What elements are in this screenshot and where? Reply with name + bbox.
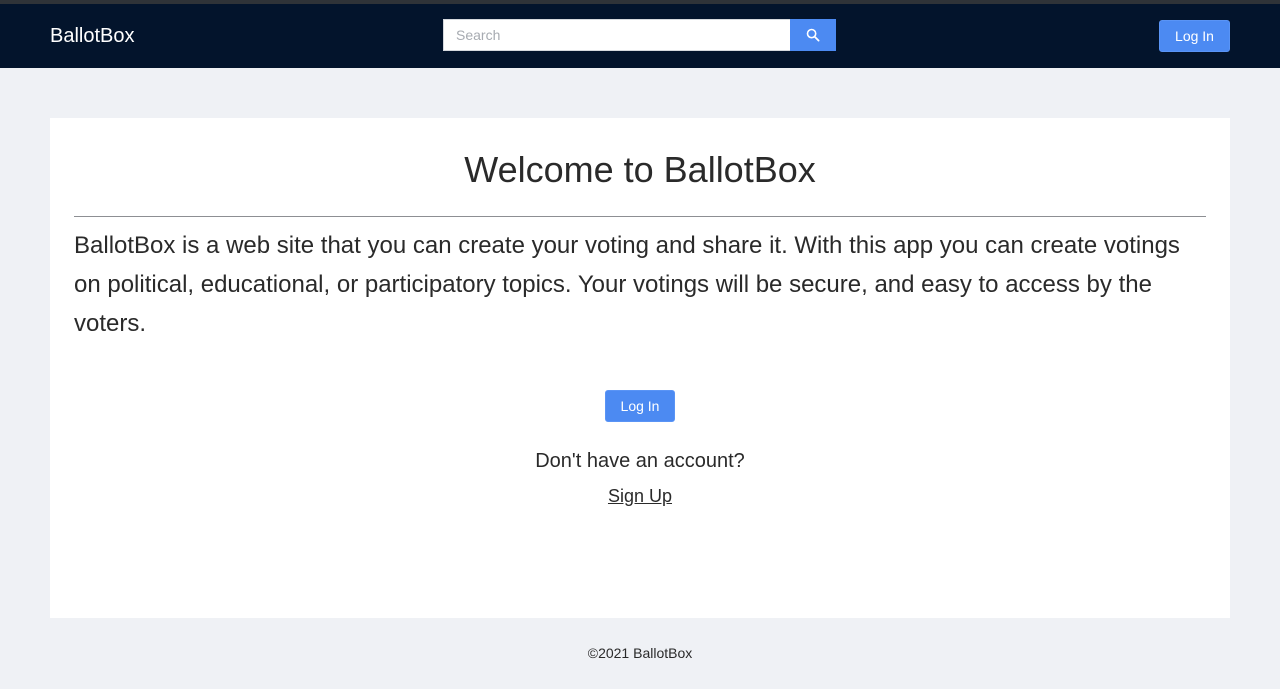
- divider: [74, 216, 1206, 217]
- search-input[interactable]: [443, 19, 790, 51]
- welcome-card: Welcome to BallotBox BallotBox is a web …: [50, 118, 1230, 618]
- nav-login-button[interactable]: Log In: [1159, 20, 1230, 52]
- navbar: BallotBox Log In: [0, 4, 1280, 68]
- footer-copyright: ©2021 BallotBox: [587, 645, 693, 661]
- no-account-text: Don't have an account?: [535, 450, 745, 472]
- page-title: Welcome to BallotBox: [464, 149, 816, 190]
- brand-logo-text[interactable]: BallotBox: [50, 24, 135, 48]
- signup-link[interactable]: Sign Up: [608, 486, 672, 506]
- login-button[interactable]: Log In: [605, 390, 675, 422]
- search-button[interactable]: [790, 19, 836, 51]
- search-bar: [443, 19, 836, 51]
- search-icon: [806, 28, 820, 42]
- signup-container: Sign Up: [50, 484, 1230, 508]
- description-text: BallotBox is a web site that you can cre…: [74, 232, 1180, 337]
